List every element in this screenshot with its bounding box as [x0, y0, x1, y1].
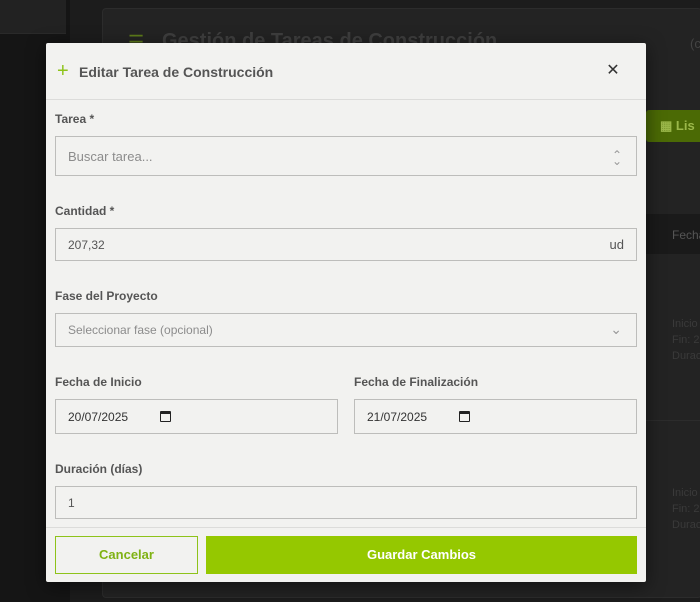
background-cell: Inicio [672, 487, 698, 499]
calendar-icon[interactable] [459, 411, 470, 422]
background-table-header: Fecha [646, 214, 700, 254]
task-search-placeholder: Buscar tarea... [68, 149, 153, 164]
background-list-button: ▦ Lis [646, 110, 700, 142]
close-icon[interactable]: ✕ [605, 61, 621, 81]
background-row-divider [646, 420, 700, 421]
end-date-value: 21/07/2025 [367, 410, 428, 424]
modal-header: + Editar Tarea de Construcción ✕ [46, 43, 646, 100]
duration-label: Duración (días) [55, 462, 143, 476]
table-icon: ▦ [660, 118, 676, 133]
background-cell: Inicio [672, 318, 698, 330]
background-cell: Fin: 2 [672, 503, 700, 515]
background-top-right-text: (c [690, 36, 700, 51]
duration-value: 1 [68, 496, 75, 510]
task-search-input[interactable]: Buscar tarea... ⌃ ⌄ [55, 136, 637, 176]
background-list-button-label: Lis [675, 118, 695, 133]
start-date-input[interactable]: 20/07/2025 [55, 399, 338, 434]
modal-title: Editar Tarea de Construcción [79, 64, 274, 80]
save-changes-button[interactable]: Guardar Cambios [206, 536, 637, 574]
quantity-label: Cantidad * [55, 204, 115, 218]
end-date-input[interactable]: 21/07/2025 [354, 399, 637, 434]
edit-task-modal: + Editar Tarea de Construcción ✕ Tarea *… [46, 43, 646, 582]
quantity-input[interactable]: 207,32 ud [55, 228, 637, 261]
background-row-2: Inicio Fin: 2 Durac [672, 485, 700, 533]
phase-select[interactable]: Seleccionar fase (opcional) ⌄ [55, 313, 637, 347]
cancel-button[interactable]: Cancelar [55, 536, 198, 574]
phase-label: Fase del Proyecto [55, 289, 158, 303]
background-row-1: Inicio Fin: 2 Durac [672, 316, 700, 364]
calendar-icon[interactable] [160, 411, 171, 422]
start-date-value: 20/07/2025 [68, 410, 129, 424]
quantity-value: 207,32 [68, 238, 105, 252]
background-cell: Durac [672, 350, 700, 362]
plus-icon: + [57, 60, 69, 82]
chevron-down-icon: ⌄ [611, 154, 622, 168]
chevron-down-icon: ⌄ [610, 321, 622, 337]
duration-input[interactable]: 1 [55, 486, 637, 519]
phase-select-placeholder: Seleccionar fase (opcional) [68, 323, 213, 337]
end-date-label: Fecha de Finalización [354, 375, 479, 389]
background-cell: Fin: 2 [672, 334, 700, 346]
background-cell: Durac [672, 519, 700, 531]
start-date-label: Fecha de Inicio [55, 375, 142, 389]
task-label: Tarea * [55, 112, 95, 126]
quantity-unit: ud [609, 237, 624, 252]
background-sidebar-header [0, 0, 66, 34]
